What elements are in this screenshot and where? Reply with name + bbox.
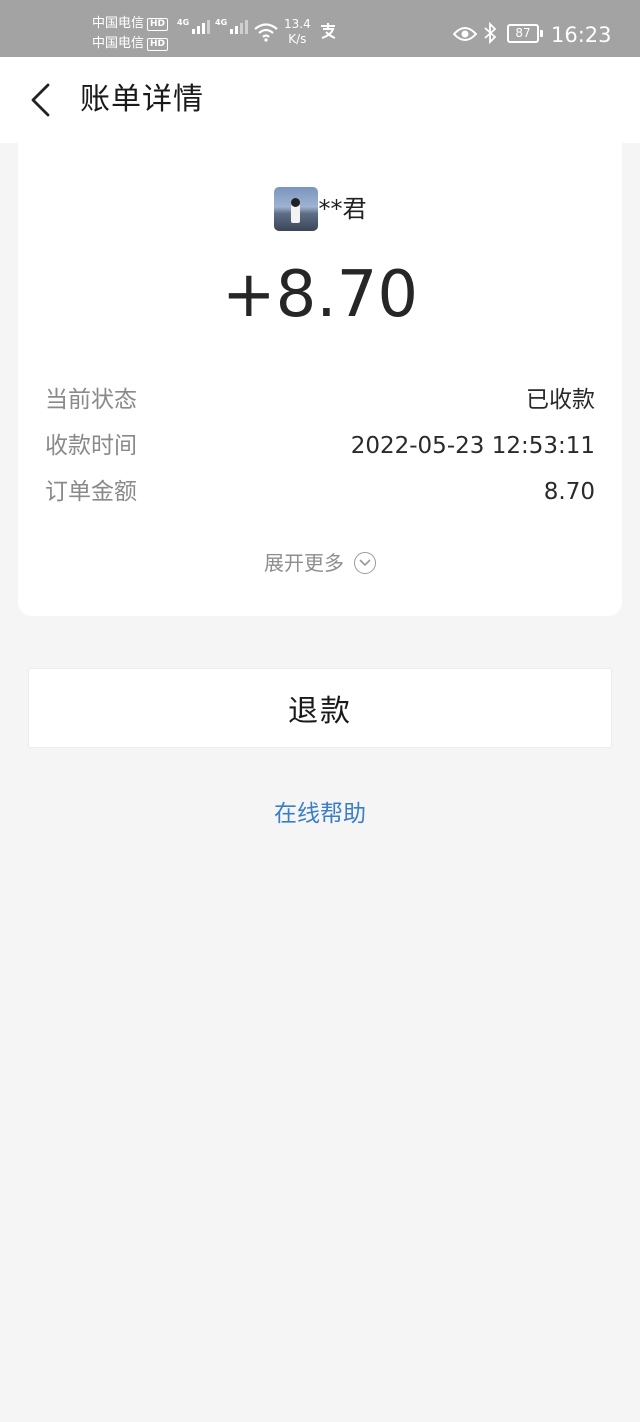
hd-badge-1: HD [147,17,169,31]
detail-label: 订单金额 [45,479,137,505]
bluetooth-icon [483,21,497,48]
battery-icon: 87 [507,24,543,43]
network-speed-value: 13.4 [284,17,311,31]
network-speed: 13.4 K/s [284,17,311,47]
network-type-1: 4G [177,18,190,27]
carrier-name-2: 中国电信 [92,36,145,51]
carrier-name-1: 中国电信 [92,16,145,31]
detail-value: 8.70 [543,479,595,505]
detail-row-time: 收款时间 2022-05-23 12:53:11 [45,431,595,461]
status-bar: 中国电信 HD 中国电信 HD 4G 4G 13.4 K/s 87 16:23 [0,0,640,57]
chevron-left-icon [31,83,50,117]
online-help-link[interactable]: 在线帮助 [0,798,640,830]
page-title: 账单详情 [80,82,204,117]
detail-label: 收款时间 [45,433,137,459]
avatar [273,187,318,231]
payer-name: **君 [318,195,367,223]
signal-icon: 4G [215,18,249,34]
network-type-2: 4G [215,18,228,27]
detail-row-amount: 订单金额 8.70 [45,477,595,507]
detail-value: 已收款 [526,387,595,413]
detail-row-status: 当前状态 已收款 [45,385,595,415]
expand-more-label: 展开更多 [264,551,344,575]
battery-level: 87 [515,26,531,40]
carrier-info: 中国电信 HD 中国电信 HD [92,14,169,54]
detail-value: 2022-05-23 12:53:11 [350,433,595,459]
back-button[interactable] [18,77,62,123]
bill-amount: +8.70 [221,258,419,332]
eye-icon [452,26,478,46]
expand-more-button[interactable]: 展开更多 [18,549,622,577]
detail-label: 当前状态 [45,387,137,413]
refund-button[interactable]: 退款 [28,668,612,748]
wifi-icon [253,22,279,46]
app-header: 账单详情 [0,57,640,143]
signal-icon: 4G [177,18,211,34]
alipay-icon [318,21,338,46]
payer-info: **君 [18,187,622,231]
network-speed-unit: K/s [288,32,307,46]
hd-badge-2: HD [147,37,169,51]
chevron-down-circle-icon [354,552,376,574]
status-time: 16:23 [551,23,612,47]
bill-card: **君 +8.70 当前状态 已收款 收款时间 2022-05-23 12:53… [18,143,622,616]
